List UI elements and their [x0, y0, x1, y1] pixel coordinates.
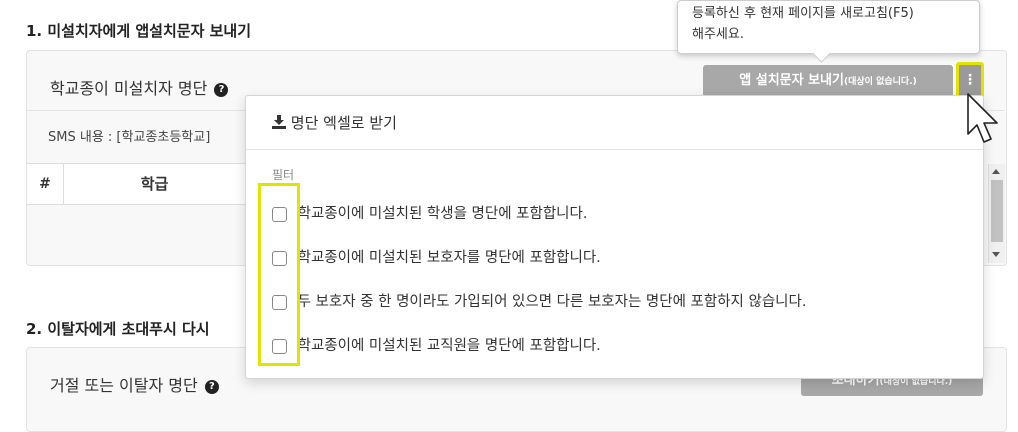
panel-title: 거절 또는 이탈자 명단 [50, 376, 198, 395]
send-button-sub: (대상이 없습니다.) [843, 77, 917, 87]
help-icon[interactable]: ? [214, 82, 229, 97]
filter-header: 필터 [272, 168, 295, 182]
sms-content: SMS 내용 : [학교종초등학교] [48, 130, 211, 145]
panel-title: 학교종이 미설치자 명단 [50, 79, 208, 98]
column-header-class: 학급 [140, 175, 169, 193]
filter-option[interactable]: 두 보호자 중 한 명이라도 가입되어 있으면 다른 보호자는 명단에 포함하지… [272, 290, 806, 311]
send-button-label: 앱 설치문자 보내기 [739, 73, 844, 88]
section2-panel-header: 거절 또는 이탈자 명단 ? [50, 372, 219, 396]
dropdown-menu: 명단 엑셀로 받기 필터 학교종이에 미설치된 학생을 명단에 포함합니다. 학… [245, 95, 984, 379]
section1-panel-header: 학교종이 미설치자 명단 ? [50, 75, 229, 99]
filter-label: 학교종이에 미설치된 교직원을 명단에 포함합니다. [297, 338, 601, 354]
filter-label: 학교종이에 미설치된 보호자를 명단에 포함합니다. [297, 250, 601, 266]
filter-label: 두 보호자 중 한 명이라도 가입되어 있으면 다른 보호자는 명단에 포함하지… [297, 294, 807, 310]
scroll-thumb[interactable] [991, 180, 1003, 242]
cursor-pointer-icon [967, 93, 998, 143]
section2-title: 2. 이탈자에게 초대푸시 다시 [26, 320, 210, 338]
kebab-menu-icon: ⋮ [963, 72, 977, 88]
download-excel-item[interactable]: 명단 엑셀로 받기 [272, 112, 397, 133]
scroll-up-arrow-icon[interactable] [992, 169, 1000, 174]
tooltip-line2: 해주세요. [692, 27, 744, 42]
help-icon[interactable]: ? [204, 379, 219, 394]
filter-option[interactable]: 학교종이에 미설치된 학생을 명단에 포함합니다. [272, 202, 587, 223]
tooltip-line1: 등록하신 후 현재 페이지를 새로고침(F5) [692, 6, 914, 21]
tooltip: 등록하신 후 현재 페이지를 새로고침(F5) 해주세요. [677, 0, 980, 54]
filter-label: 학교종이에 미설치된 학생을 명단에 포함합니다. [297, 206, 588, 222]
column-header-number: # [27, 164, 64, 204]
checkbox-highlight [258, 183, 300, 366]
scroll-down-arrow-icon[interactable] [992, 252, 1000, 257]
download-label: 명단 엑셀로 받기 [290, 114, 397, 132]
send-install-sms-button[interactable]: 앱 설치문자 보내기(대상이 없습니다.) [703, 65, 953, 97]
dropdown-divider [246, 149, 983, 150]
filter-option[interactable]: 학교종이에 미설치된 교직원을 명단에 포함합니다. [272, 334, 601, 355]
section1-title: 1. 미설치자에게 앱설치문자 보내기 [26, 22, 252, 40]
table-header: # 학급 [27, 163, 245, 205]
table-scrollbar[interactable] [988, 164, 1005, 263]
download-icon [272, 115, 286, 129]
filter-option[interactable]: 학교종이에 미설치된 보호자를 명단에 포함합니다. [272, 246, 601, 267]
